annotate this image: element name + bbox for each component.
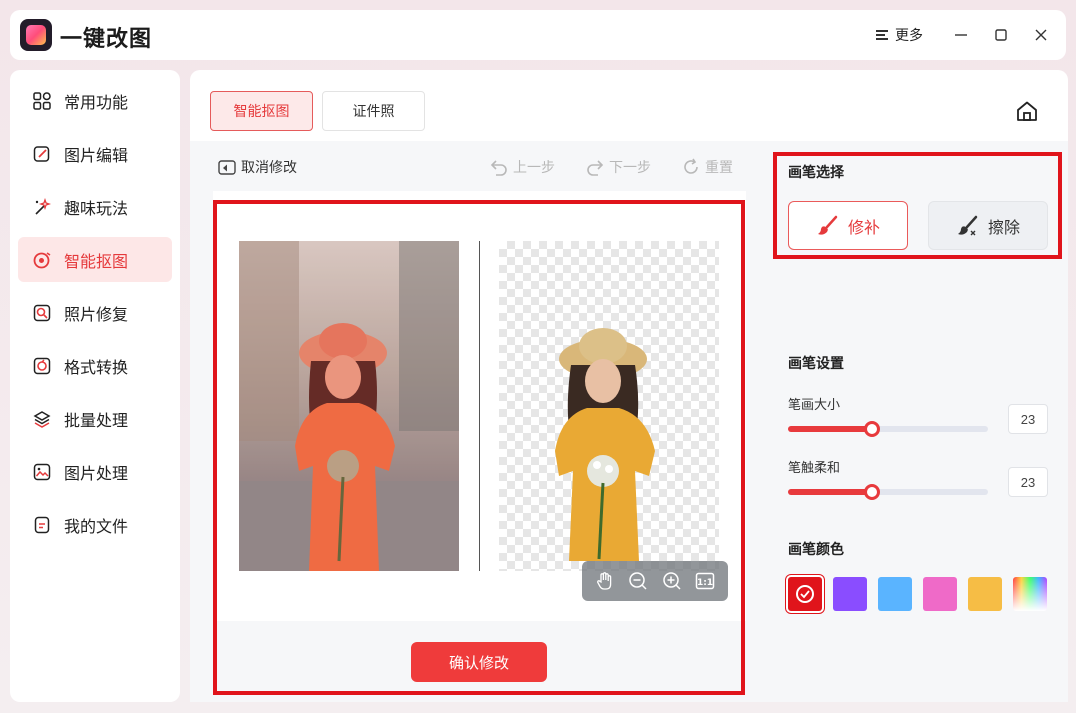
brush-softness-slider[interactable]	[788, 484, 988, 500]
layers-icon	[32, 409, 52, 429]
sidebar-item-fun[interactable]: 趣味玩法	[18, 184, 172, 229]
sidebar-item-label: 照片修复	[64, 306, 129, 324]
erase-label: 擦除	[987, 219, 1020, 237]
cutout-result-image[interactable]	[499, 241, 719, 571]
image-icon	[32, 462, 52, 482]
redo-label: 下一步	[609, 159, 651, 175]
minimize-icon	[955, 34, 967, 36]
hand-pan-icon[interactable]	[594, 570, 616, 592]
brush-softness-label: 笔触柔和	[788, 460, 841, 475]
maximize-icon	[995, 29, 1007, 41]
svg-text:1:1: 1:1	[697, 578, 713, 588]
photo-repair-icon	[32, 303, 52, 323]
redo-icon	[587, 160, 604, 176]
sidebar-item-label: 图片处理	[64, 465, 129, 483]
sidebar-item-batch[interactable]: 批量处理	[18, 396, 172, 441]
more-label: 更多	[895, 27, 923, 43]
close-icon	[1035, 29, 1047, 41]
brush-settings-title: 画笔设置	[788, 355, 844, 371]
brush-size-slider[interactable]	[788, 421, 988, 437]
actual-size-icon[interactable]: 1:1	[694, 570, 716, 592]
slider-handle[interactable]	[864, 484, 880, 500]
sidebar-item-label: 批量处理	[64, 412, 129, 430]
original-image[interactable]	[239, 241, 459, 571]
sidebar-item-format-convert[interactable]: 格式转换	[18, 343, 172, 388]
magic-wand-icon	[32, 197, 52, 217]
workspace: 取消修改 上一步 下一步 重置 1:1 确认修改	[190, 141, 768, 702]
sidebar-item-photo-repair[interactable]: 照片修复	[18, 290, 172, 335]
reset-icon	[684, 158, 698, 174]
app-window: 一键改图 更多 常用功能 图片编辑 趣味玩法 智能抠图 照片修复 格式转换 批量…	[0, 0, 1076, 713]
home-icon	[1017, 101, 1037, 121]
sidebar-item-label: 智能抠图	[64, 253, 129, 271]
sidebar-item-label: 常用功能	[64, 94, 129, 112]
brush-softness-value[interactable]: 23	[1008, 467, 1048, 497]
title-bar: 一键改图 更多	[10, 10, 1066, 60]
redo-button[interactable]: 下一步	[586, 157, 651, 177]
brush-select-title: 画笔选择	[788, 164, 844, 180]
cancel-edit-label: 取消修改	[241, 159, 297, 175]
brush-color-title: 画笔颜色	[788, 541, 844, 557]
tab-id-photo[interactable]: 证件照	[322, 91, 425, 131]
confirm-edit-button[interactable]: 确认修改	[411, 642, 547, 682]
sidebar-item-common[interactable]: 常用功能	[18, 78, 172, 123]
close-button[interactable]	[1030, 24, 1052, 46]
brush-size-label: 笔画大小	[788, 397, 841, 412]
sidebar-item-label: 图片编辑	[64, 147, 129, 165]
sidebar-item-image-process[interactable]: 图片处理	[18, 449, 172, 494]
cutout-icon	[32, 250, 52, 270]
file-icon	[32, 515, 52, 535]
undo-button[interactable]: 上一步	[490, 157, 555, 177]
zoom-out-icon[interactable]	[627, 570, 649, 592]
repair-brush-button[interactable]: 修补	[788, 201, 908, 250]
zoom-in-icon[interactable]	[661, 570, 683, 592]
repair-label: 修补	[847, 219, 880, 237]
sidebar-item-label: 趣味玩法	[64, 200, 129, 218]
comparison-canvas: 1:1	[213, 191, 746, 621]
sidebar: 常用功能 图片编辑 趣味玩法 智能抠图 照片修复 格式转换 批量处理 图片处理 …	[10, 70, 180, 702]
color-swatch-rainbow[interactable]	[1013, 577, 1047, 611]
brush-panel: 画笔选择 修补 擦除 画笔设置 笔画大小 23 笔触柔和 23 画笔颜色	[768, 141, 1068, 702]
erase-brush-button[interactable]: 擦除	[928, 201, 1048, 250]
format-convert-icon	[32, 356, 52, 376]
cancel-edit-icon	[218, 160, 236, 175]
color-swatch-blue[interactable]	[878, 577, 912, 611]
reset-label: 重置	[705, 159, 733, 175]
minimize-button[interactable]	[950, 24, 972, 46]
compare-divider	[479, 241, 480, 571]
view-toolbar: 1:1	[582, 561, 728, 601]
more-menu-button[interactable]: 更多	[876, 24, 923, 46]
confirm-area: 确认修改	[213, 621, 746, 702]
slider-fill	[788, 426, 872, 432]
main-panel: 智能抠图 证件照 取消修改 上一步 下一步 重置 1:1 确认修改 画笔选择 修…	[190, 70, 1068, 702]
app-title: 一键改图	[60, 26, 153, 51]
grid-icon	[32, 91, 52, 111]
slider-fill	[788, 489, 872, 495]
reset-button[interactable]: 重置	[682, 157, 733, 177]
edit-icon	[32, 144, 52, 164]
menu-icon	[876, 29, 889, 41]
sidebar-item-smart-cutout[interactable]: 智能抠图	[18, 237, 172, 282]
color-swatch-pink[interactable]	[923, 577, 957, 611]
check-icon	[796, 585, 814, 603]
sidebar-item-my-files[interactable]: 我的文件	[18, 502, 172, 547]
cancel-edit-button[interactable]: 取消修改	[218, 157, 297, 177]
color-swatch-red[interactable]	[788, 577, 822, 611]
brush-icon	[817, 215, 838, 235]
sidebar-item-label: 我的文件	[64, 518, 129, 536]
home-button[interactable]	[1016, 100, 1038, 122]
eraser-brush-icon	[957, 215, 978, 235]
sidebar-item-image-edit[interactable]: 图片编辑	[18, 131, 172, 176]
app-logo	[20, 19, 52, 51]
tab-smart-cutout[interactable]: 智能抠图	[210, 91, 313, 131]
maximize-button[interactable]	[990, 24, 1012, 46]
undo-label: 上一步	[513, 159, 555, 175]
slider-handle[interactable]	[864, 421, 880, 437]
sidebar-item-label: 格式转换	[64, 359, 129, 377]
color-swatch-purple[interactable]	[833, 577, 867, 611]
undo-icon	[490, 160, 507, 176]
color-swatch-yellow[interactable]	[968, 577, 1002, 611]
brush-size-value[interactable]: 23	[1008, 404, 1048, 434]
